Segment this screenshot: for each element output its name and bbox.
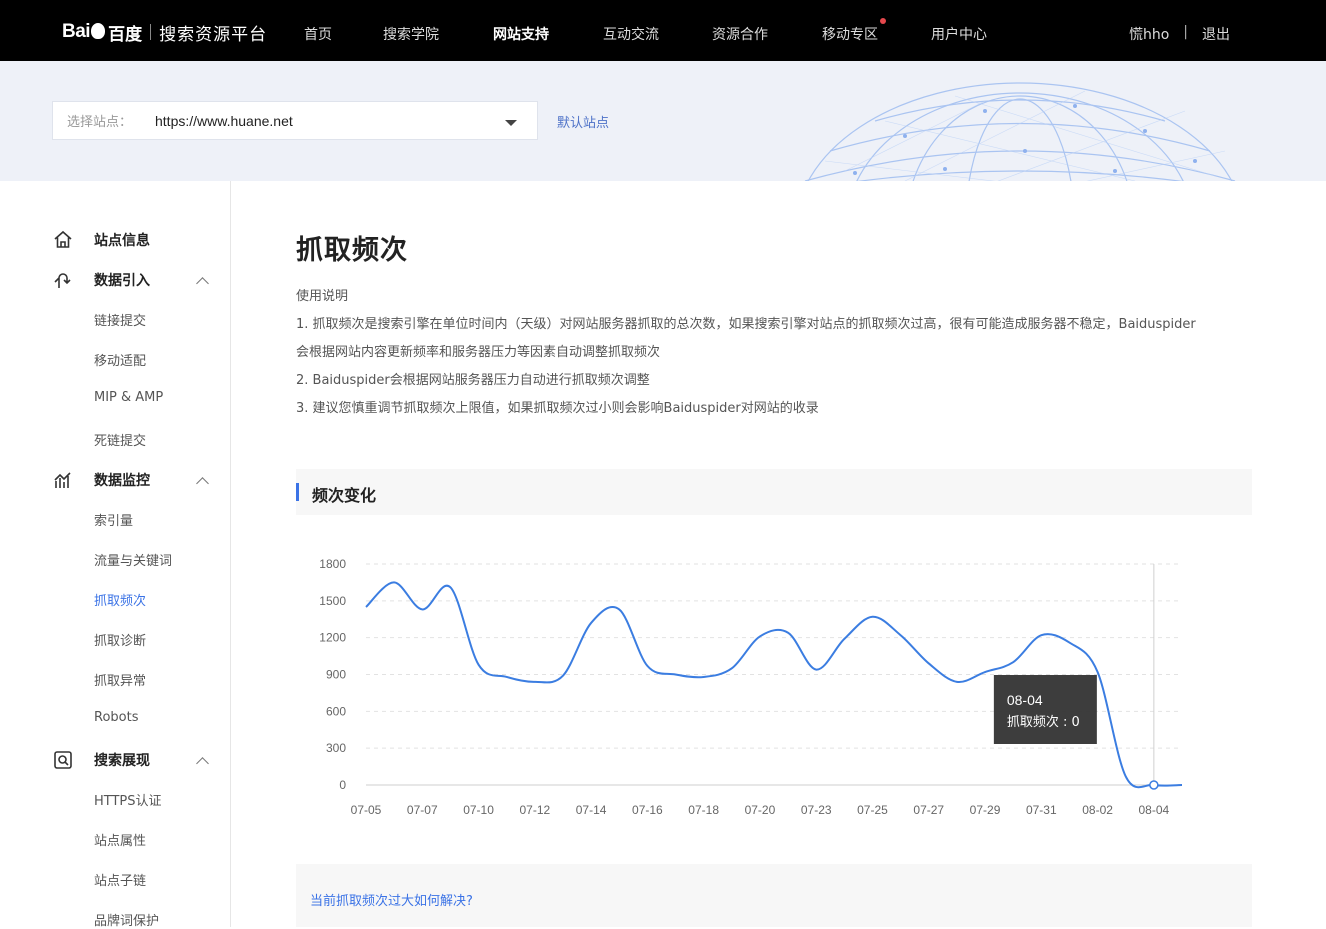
x-tick-label: 07-27 [913, 803, 944, 817]
y-tick-label: 600 [326, 704, 346, 718]
site-select-label: 选择站点： [67, 115, 133, 130]
sidebar-item-link-submit[interactable]: 链接提交 [94, 310, 146, 329]
hover-point [1149, 780, 1159, 790]
sidebar-item-dead-link[interactable]: 死链提交 [94, 430, 146, 449]
x-tick-label: 08-04 [1139, 803, 1170, 817]
x-tick-label: 07-18 [688, 803, 719, 817]
site-select-value: https://www.huane.net [155, 112, 293, 129]
top-navbar: Bai 百度 搜索资源平台 首页 搜索学院 网站支持 互动交流 资源合作 移动专… [0, 0, 1326, 61]
sidebar-group-label: 数据引入 [94, 273, 150, 289]
sidebar-group-site-info[interactable]: 站点信息 [52, 229, 150, 251]
data-import-icon [52, 269, 74, 291]
y-tick-label: 1500 [319, 594, 346, 608]
nav-site-support[interactable]: 网站支持 [493, 24, 549, 44]
chevron-up-icon[interactable] [196, 277, 209, 290]
sidebar-item-crawl-diagnosis[interactable]: 抓取诊断 [94, 630, 146, 649]
y-tick-label: 1200 [319, 631, 346, 645]
sidebar-item-mip-amp[interactable]: MIP & AMP [94, 390, 163, 405]
faq-link[interactable]: 当前抓取频次过大如何解决? [310, 890, 473, 909]
sidebar-group-label: 站点信息 [94, 233, 150, 249]
username[interactable]: 慌hho [1129, 24, 1169, 44]
logo-cn: 百度 [108, 24, 143, 45]
caret-down-icon[interactable] [505, 120, 517, 126]
site-select[interactable]: 选择站点： https://www.huane.net [52, 101, 538, 140]
x-tick-label: 07-31 [1026, 803, 1057, 817]
usage-line-4: 3. 建议您慎重调节抓取频次上限值，如果抓取频次过小则会影响Baiduspide… [296, 401, 819, 416]
sidebar-item-site-attr[interactable]: 站点属性 [94, 830, 146, 849]
sidebar-item-robots[interactable]: Robots [94, 710, 138, 725]
search-display-icon [52, 749, 74, 771]
sidebar-group-search-display[interactable]: 搜索展现 [52, 749, 150, 771]
platform-name: 搜索资源平台 [159, 24, 268, 45]
x-tick-label: 07-10 [463, 803, 494, 817]
crawl-frequency-chart[interactable]: 0 300 600 900 1200 1500 1800 07-05 07-07 07-10 07-… [296, 540, 1196, 830]
baidu-logo[interactable]: Bai 百度 搜索资源平台 [62, 20, 268, 45]
x-tick-label: 07-12 [519, 803, 550, 817]
sidebar: 站点信息 数据引入 链接提交 移动适配 MIP & AMP 死链提交 数据监控 … [0, 181, 231, 929]
sidebar-group-data-import[interactable]: 数据引入 [52, 269, 150, 291]
sidebar-group-data-monitor[interactable]: 数据监控 [52, 469, 150, 491]
x-tick-label: 07-14 [576, 803, 607, 817]
monitor-icon [52, 469, 74, 491]
x-tick-label: 07-16 [632, 803, 663, 817]
y-tick-label: 900 [326, 668, 346, 682]
x-tick-label: 07-20 [745, 803, 776, 817]
usage-line-2: 会根据网站内容更新频率和服务器压力等因素自动调整抓取频次 [296, 345, 661, 360]
tooltip-box [993, 675, 1097, 744]
nav-home[interactable]: 首页 [304, 24, 332, 44]
home-icon [52, 229, 74, 251]
nav-interaction[interactable]: 互动交流 [603, 24, 659, 44]
chevron-up-icon[interactable] [196, 757, 209, 770]
section-accent-bar [296, 483, 299, 501]
sidebar-item-crawl-frequency[interactable]: 抓取频次 [94, 590, 146, 609]
sidebar-item-crawl-error[interactable]: 抓取异常 [94, 670, 146, 689]
x-tick-label: 07-05 [351, 803, 382, 817]
usage-title: 使用说明 [296, 289, 349, 304]
usage-line-1: 1. 抓取频次是搜索引擎在单位时间内（天级）对网站服务器抓取的总次数，如果搜索引… [296, 317, 1196, 332]
sidebar-item-brand[interactable]: 品牌词保护 [94, 910, 159, 929]
section-title: 频次变化 [312, 486, 377, 505]
y-tick-label: 0 [339, 778, 346, 792]
sidebar-group-label: 搜索展现 [94, 753, 150, 769]
nav-academy[interactable]: 搜索学院 [383, 24, 439, 44]
page-title: 抓取频次 [296, 235, 408, 266]
y-tick-label: 1800 [319, 557, 346, 571]
tooltip-value: 抓取频次 : 0 [1007, 714, 1080, 730]
x-tick-label: 07-07 [407, 803, 438, 817]
logout-link[interactable]: 退出 [1202, 24, 1230, 44]
paw-icon [91, 23, 106, 39]
tooltip-date: 08-04 [1007, 692, 1043, 708]
globe-decoration-icon [804, 82, 1236, 181]
nav-user-center[interactable]: 用户中心 [931, 24, 987, 44]
sidebar-item-index[interactable]: 索引量 [94, 510, 133, 529]
x-tick-label: 07-29 [970, 803, 1001, 817]
notification-dot [880, 18, 886, 24]
faq-box: 当前抓取频次过大如何解决? [296, 864, 1252, 927]
nav-cooperation[interactable]: 资源合作 [712, 24, 768, 44]
default-site-link[interactable]: 默认站点 [557, 112, 609, 131]
sidebar-item-traffic[interactable]: 流量与关键词 [94, 550, 172, 569]
user-box: 慌hho | 退出 [1129, 24, 1230, 44]
sidebar-item-sublinks[interactable]: 站点子链 [94, 870, 146, 889]
chevron-up-icon[interactable] [196, 477, 209, 490]
logo-divider [150, 24, 152, 40]
x-tick-label: 07-23 [801, 803, 832, 817]
site-banner: 选择站点： https://www.huane.net 默认站点 [0, 61, 1326, 181]
user-separator: | [1183, 24, 1188, 40]
nav-mobile[interactable]: 移动专区 [822, 24, 878, 44]
x-tick-label: 08-02 [1082, 803, 1113, 817]
sidebar-group-label: 数据监控 [94, 473, 150, 489]
y-tick-label: 300 [326, 741, 346, 755]
sidebar-item-mobile-adapt[interactable]: 移动适配 [94, 350, 146, 369]
logo-text: Bai [62, 21, 91, 42]
sidebar-item-https[interactable]: HTTPS认证 [94, 790, 162, 809]
usage-line-3: 2. Baiduspider会根据网站服务器压力自动进行抓取频次调整 [296, 373, 650, 388]
section-header: 频次变化 [296, 469, 1252, 515]
x-tick-label: 07-25 [857, 803, 888, 817]
